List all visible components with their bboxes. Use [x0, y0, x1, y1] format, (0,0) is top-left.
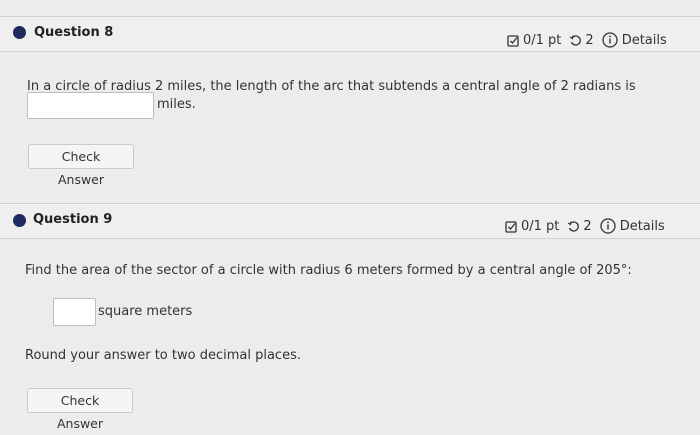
- question-9-prompt: Find the area of the sector of a circle …: [25, 263, 632, 278]
- retry-icon: [569, 34, 582, 47]
- retry-icon: [567, 220, 580, 233]
- details-link[interactable]: Details: [620, 219, 665, 234]
- status-dot: [13, 26, 26, 39]
- score-label: 0/1 pt: [523, 32, 562, 48]
- question-8-title: Question 8: [34, 25, 114, 40]
- question-8-meta: 0/1 pt 2 Details: [507, 32, 667, 48]
- score-label: 0/1 pt: [521, 218, 560, 234]
- question-8-answer-input[interactable]: [27, 92, 154, 119]
- attempts-label: 2: [583, 218, 592, 234]
- attempts-label: 2: [585, 32, 594, 48]
- info-circle-icon[interactable]: [602, 32, 618, 48]
- checkbox-edit-icon: [505, 220, 518, 233]
- question-9-instruction: Round your answer to two decimal places.: [25, 348, 301, 363]
- question-9-meta: 0/1 pt 2 Details: [505, 218, 665, 234]
- details-link[interactable]: Details: [622, 33, 667, 48]
- question-9-answer-input[interactable]: [53, 298, 96, 326]
- check-answer-button[interactable]: Check Answer: [28, 144, 134, 187]
- question-8-header: Question 8 0/1 pt 2 Details: [0, 16, 700, 52]
- question-9-title: Question 9: [33, 212, 113, 227]
- question-8-answer-suffix: miles.: [157, 97, 196, 112]
- check-answer-button[interactable]: Check Answer: [27, 388, 133, 431]
- question-9-header: Question 9 0/1 pt 2 Details: [0, 203, 700, 239]
- info-circle-icon[interactable]: [600, 218, 616, 234]
- question-9-answer-suffix: square meters: [98, 304, 193, 319]
- checkbox-edit-icon: [507, 34, 520, 47]
- status-dot: [13, 214, 26, 227]
